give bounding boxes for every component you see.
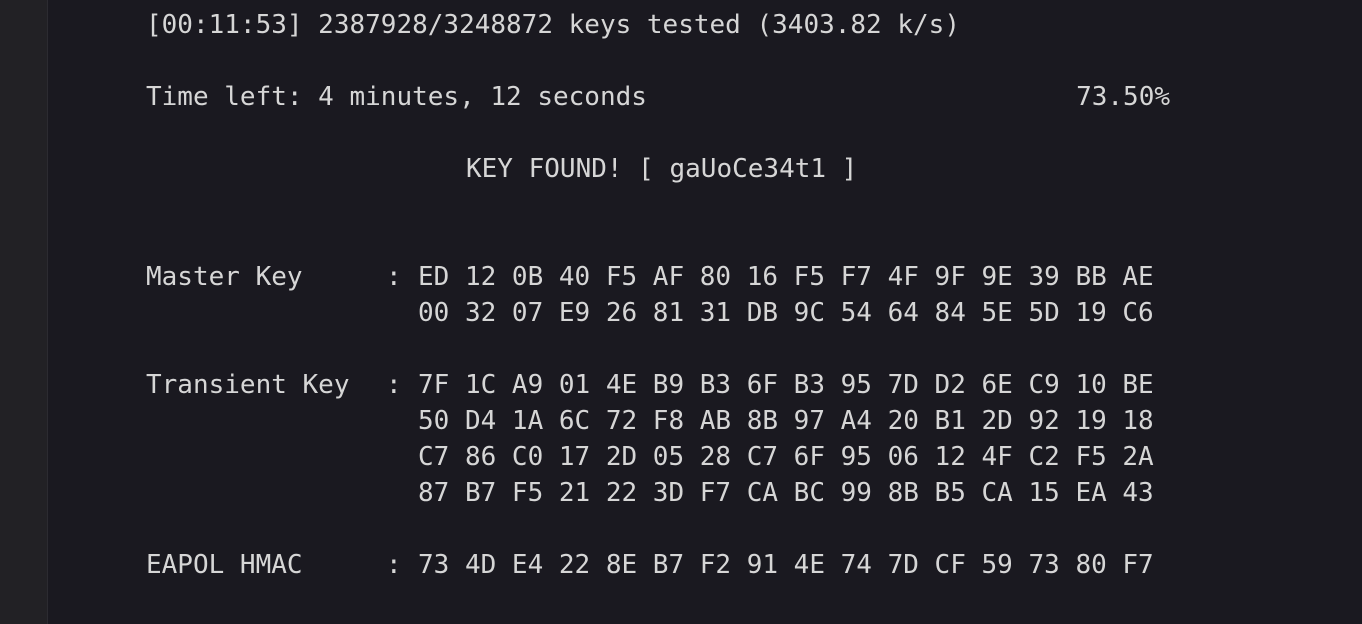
side-panel-edge [0,0,48,624]
progress-line: [00:11:53] 2387928/3248872 keys tested (… [146,10,960,40]
transient-key-row: 50 D4 1A 6C 72 F8 AB 8B 97 A4 20 B1 2D 9… [418,406,1154,436]
master-key-colon: : [386,262,402,292]
progress-percent: 73.50% [1076,82,1170,112]
transient-key-row: 87 B7 F5 21 22 3D F7 CA BC 99 8B B5 CA 1… [418,478,1154,508]
master-key-label: Master Key [146,262,303,292]
key-found-message: KEY FOUND! [ gaUoCe34t1 ] [466,154,858,184]
time-left: Time left: 4 minutes, 12 seconds [146,82,647,112]
terminal-output[interactable]: [00:11:53] 2387928/3248872 keys tested (… [48,0,1362,624]
eapol-hmac-colon: : [386,550,402,580]
transient-key-row: 7F 1C A9 01 4E B9 B3 6F B3 95 7D D2 6E C… [418,370,1154,400]
master-key-row: 00 32 07 E9 26 81 31 DB 9C 54 64 84 5E 5… [418,298,1154,328]
eapol-hmac-row: 73 4D E4 22 8E B7 F2 91 4E 74 7D CF 59 7… [418,550,1154,580]
transient-key-colon: : [386,370,402,400]
master-key-row: ED 12 0B 40 F5 AF 80 16 F5 F7 4F 9F 9E 3… [418,262,1154,292]
transient-key-label: Transient Key [146,370,350,400]
eapol-hmac-label: EAPOL HMAC [146,550,303,580]
transient-key-row: C7 86 C0 17 2D 05 28 C7 6F 95 06 12 4F C… [418,442,1154,472]
